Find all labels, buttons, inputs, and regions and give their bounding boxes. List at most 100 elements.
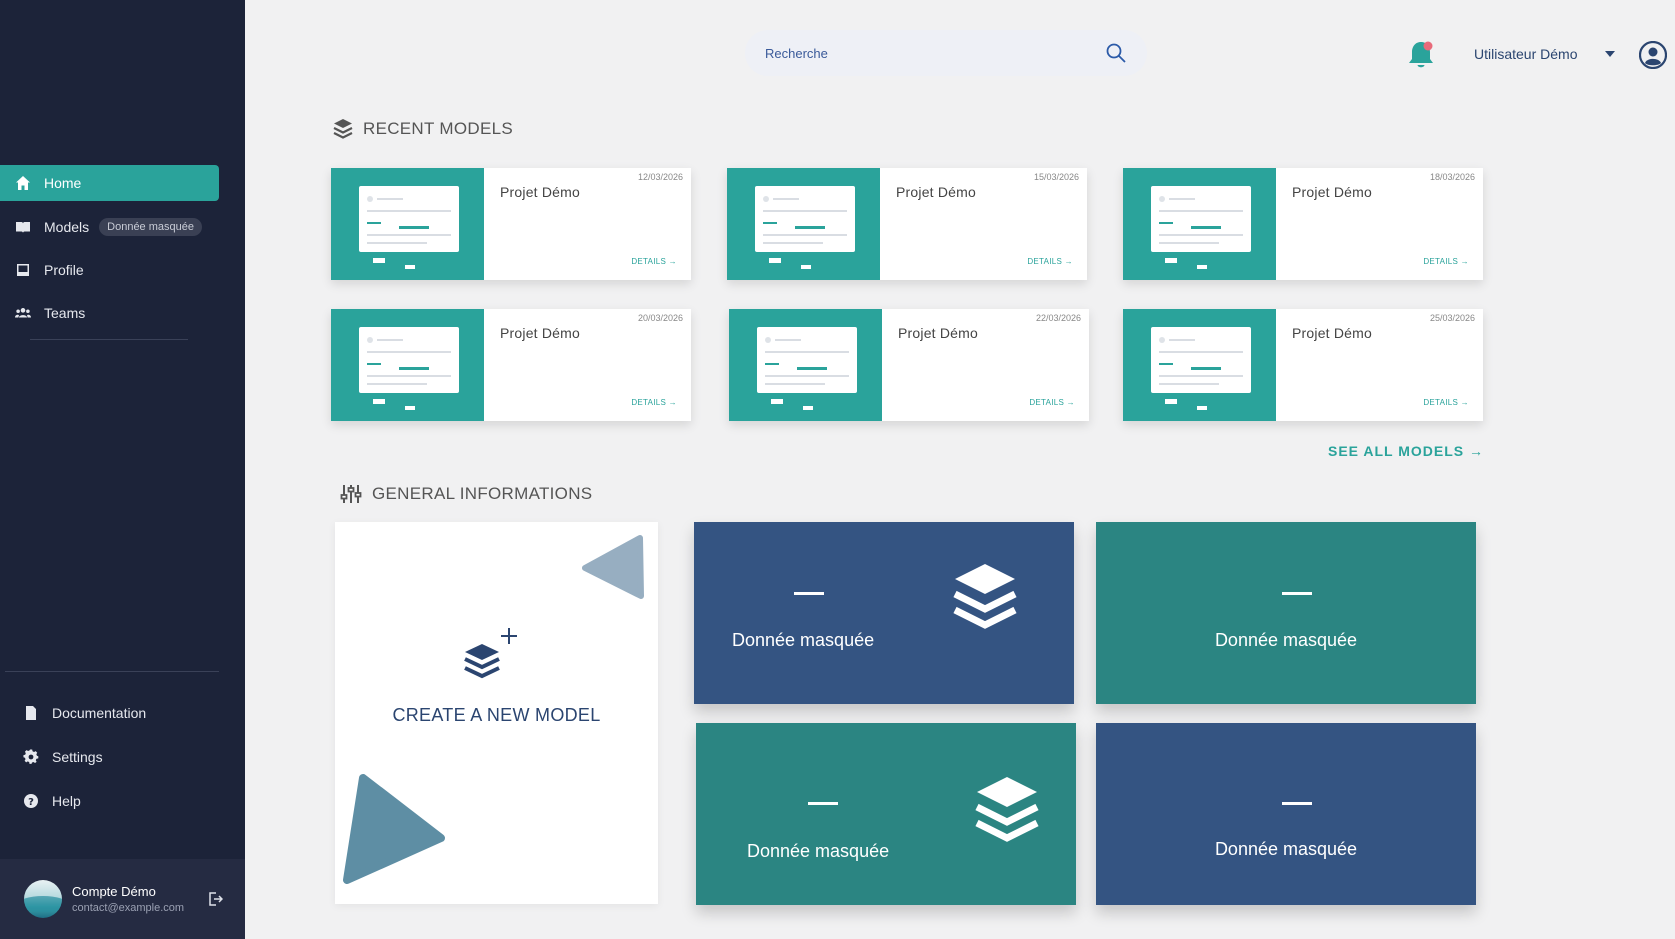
recent-models-heading: RECENT MODELS [333, 118, 513, 140]
stat-card: Donnée masquée [694, 522, 1074, 704]
model-card[interactable]: Projet Démo 15/03/2026 DETAILS → [727, 168, 1087, 280]
svg-text:?: ? [28, 797, 34, 808]
model-date: 20/03/2026 [637, 313, 683, 323]
model-card[interactable]: Projet Démo 18/03/2026 DETAILS → [1123, 168, 1483, 280]
model-date: 25/03/2026 [1429, 313, 1475, 323]
sidebar-item-label: Teams [44, 305, 86, 321]
home-icon [14, 174, 32, 192]
model-card[interactable]: Projet Démo 25/03/2026 DETAILS → [1123, 309, 1483, 421]
user-avatar-icon[interactable] [1638, 40, 1668, 70]
details-link[interactable]: DETAILS → [631, 257, 677, 266]
model-preview [1151, 327, 1251, 393]
stat-value-placeholder [1282, 802, 1312, 805]
sidebar-item-home[interactable]: Home [0, 165, 219, 201]
model-preview [755, 186, 855, 252]
help-icon: ? [22, 792, 40, 810]
model-date: 15/03/2026 [1033, 172, 1079, 182]
model-thumbnail [727, 168, 880, 280]
section-title: GENERAL INFORMATIONS [372, 484, 593, 503]
user-menu-name[interactable]: Utilisateur Démo [1474, 46, 1577, 62]
model-preview [757, 327, 857, 393]
stat-card: Donnée masquée [1096, 723, 1476, 905]
sidebar-item-teams[interactable]: Teams [0, 295, 219, 331]
sidebar-item-label: Profile [44, 262, 84, 278]
sidebar-item-label: Documentation [52, 705, 147, 721]
create-model-label: CREATE A NEW MODEL [392, 705, 601, 725]
sidebar-item-label: Models [44, 219, 90, 235]
sidebar: Home Models Donnée masquée Profile Teams… [0, 0, 245, 939]
model-thumbnail [331, 168, 484, 280]
details-link[interactable]: DETAILS → [1027, 257, 1073, 266]
model-preview [1151, 186, 1251, 252]
model-title: Projet Démo [1292, 184, 1373, 200]
document-icon [22, 704, 40, 722]
add-layers-icon [464, 628, 517, 679]
sliders-icon [340, 485, 362, 503]
sidebar-item-help[interactable]: ? Help [8, 783, 227, 819]
account-name: Compte Démo [72, 884, 156, 899]
layers-icon [975, 777, 1039, 842]
model-card[interactable]: Projet Démo 22/03/2026 DETAILS → [729, 309, 1089, 421]
stat-label: Donnée masquée [747, 841, 890, 861]
sidebar-item-models[interactable]: Models Donnée masquée [0, 209, 219, 245]
divider [5, 671, 219, 672]
model-date: 22/03/2026 [1035, 313, 1081, 323]
model-title: Projet Démo [500, 184, 581, 200]
stat-value-placeholder [808, 802, 838, 805]
model-title: Projet Démo [1292, 325, 1373, 341]
layers-icon [953, 564, 1017, 629]
decorative-triangle [343, 774, 445, 884]
sidebar-item-profile[interactable]: Profile [0, 252, 219, 288]
stat-label: Donnée masquée [1214, 630, 1358, 650]
gear-icon [22, 748, 40, 766]
avatar[interactable] [24, 880, 62, 918]
sidebar-item-label: Settings [52, 749, 103, 765]
model-thumbnail [1123, 168, 1276, 280]
model-date: 18/03/2026 [1429, 172, 1475, 182]
stat-card: Donnée masquée [1096, 522, 1476, 704]
search-icon[interactable] [1105, 42, 1127, 64]
details-link[interactable]: DETAILS → [1423, 257, 1469, 266]
profile-icon [14, 261, 32, 279]
model-thumbnail [729, 309, 882, 421]
decorative-triangle [582, 535, 644, 599]
book-icon [14, 218, 32, 236]
stat-label: Donnée masquée [1214, 839, 1358, 859]
stat-value-placeholder [1282, 592, 1312, 595]
model-preview [359, 327, 459, 393]
sidebar-item-label: Help [52, 793, 81, 809]
teams-icon [14, 304, 32, 322]
model-title: Projet Démo [500, 325, 581, 341]
model-title: Projet Démo [898, 325, 979, 341]
layers-icon [333, 119, 353, 139]
chevron-down-icon[interactable] [1605, 51, 1615, 57]
see-all-models-link[interactable]: SEE ALL MODELS → [1328, 443, 1484, 459]
logout-icon[interactable] [207, 891, 224, 907]
divider [30, 339, 188, 340]
notification-bell-icon[interactable] [1405, 38, 1437, 72]
model-card[interactable]: Projet Démo 12/03/2026 DETAILS → [331, 168, 691, 280]
create-model-card[interactable]: CREATE A NEW MODEL [335, 522, 658, 904]
model-thumbnail [1123, 309, 1276, 421]
sidebar-item-documentation[interactable]: Documentation [8, 695, 227, 731]
account-panel: Compte Démo contact@example.com [0, 859, 245, 939]
details-link[interactable]: DETAILS → [1423, 398, 1469, 407]
search-input[interactable] [765, 45, 1085, 61]
stat-value-placeholder [794, 592, 824, 595]
section-title: RECENT MODELS [363, 119, 514, 138]
model-preview [359, 186, 459, 252]
search-bar [745, 30, 1147, 76]
sidebar-item-label: Home [44, 175, 82, 191]
stat-card: Donnée masquée [696, 723, 1076, 905]
details-link[interactable]: DETAILS → [1029, 398, 1075, 407]
stat-label: Donnée masquée [732, 630, 875, 650]
sidebar-item-settings[interactable]: Settings [8, 739, 227, 775]
model-card[interactable]: Projet Démo 20/03/2026 DETAILS → [331, 309, 691, 421]
general-informations-heading: GENERAL INFORMATIONS [340, 484, 592, 504]
models-count-badge: Donnée masquée [99, 218, 202, 236]
account-email: contact@example.com [72, 902, 185, 914]
model-title: Projet Démo [896, 184, 977, 200]
details-link[interactable]: DETAILS → [631, 398, 677, 407]
model-thumbnail [331, 309, 484, 421]
model-date: 12/03/2026 [637, 172, 683, 182]
